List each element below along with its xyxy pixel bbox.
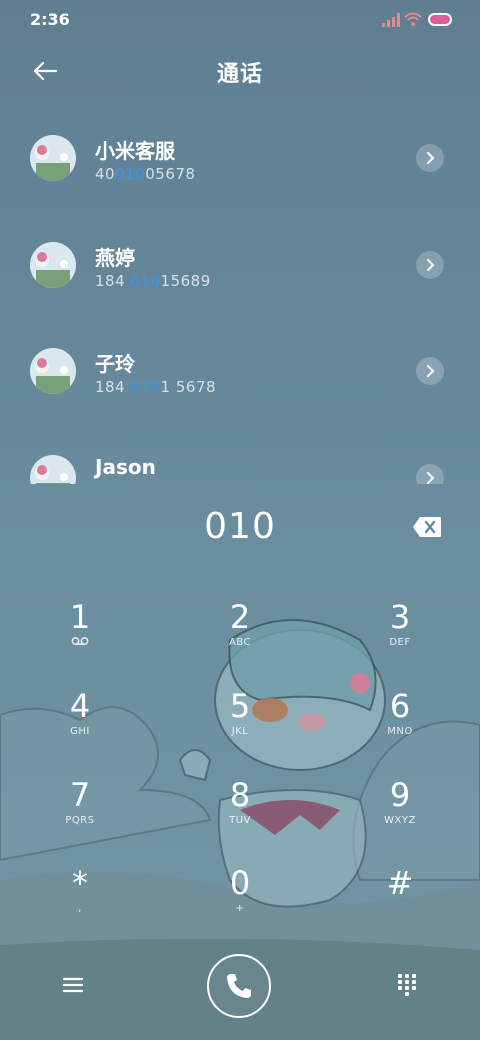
contact-list: 小米客服 4001005678 燕婷 184 01015689 子玲 184 0… <box>0 110 480 484</box>
call-button[interactable] <box>207 954 271 1018</box>
chevron-right-icon <box>427 152 435 164</box>
key-3[interactable]: 3 DEF <box>345 598 455 678</box>
wifi-icon <box>404 12 422 26</box>
key-5[interactable]: 5 JKL <box>185 687 295 767</box>
key-1[interactable]: 1 <box>25 598 135 678</box>
contact-name: 子玲 <box>95 352 135 376</box>
contact-detail-button[interactable] <box>416 144 444 172</box>
signal-icon <box>382 13 400 27</box>
status-time: 2:36 <box>30 10 70 29</box>
avatar <box>30 348 76 394</box>
menu-icon <box>63 977 83 993</box>
match-highlight: 010 <box>115 165 146 183</box>
contact-detail-button[interactable] <box>416 251 444 279</box>
menu-button[interactable] <box>58 970 88 1000</box>
avatar <box>30 242 76 288</box>
match-highlight: 010 <box>130 378 161 396</box>
dialed-number-display: 010 <box>204 506 276 547</box>
dialpad-icon <box>398 974 416 996</box>
contact-number: 184 0101 5678 <box>95 378 217 396</box>
contact-number: 4001005678 <box>95 165 196 183</box>
contact-detail-button[interactable] <box>416 357 444 385</box>
contact-row[interactable]: 子玲 184 0101 5678 <box>0 323 480 423</box>
key-hash[interactable]: # <box>345 864 455 944</box>
key-2[interactable]: 2 ABC <box>185 598 295 678</box>
contact-detail-button[interactable] <box>416 464 444 484</box>
chevron-right-icon <box>427 472 435 484</box>
key-6[interactable]: 6 MNO <box>345 687 455 767</box>
battery-icon <box>428 13 452 26</box>
contact-row[interactable]: 燕婷 184 01015689 <box>0 217 480 317</box>
dialpad-toggle-button[interactable] <box>392 970 422 1000</box>
avatar <box>30 135 76 181</box>
backspace-button[interactable] <box>412 516 442 538</box>
chevron-right-icon <box>427 365 435 377</box>
contact-name: Jason <box>95 455 156 479</box>
backspace-icon <box>413 517 441 537</box>
chevron-right-icon <box>427 259 435 271</box>
key-star[interactable]: * , <box>25 864 135 944</box>
phone-icon <box>227 974 251 998</box>
page-title: 通话 <box>216 62 263 87</box>
contact-name: 小米客服 <box>95 139 175 163</box>
key-9[interactable]: 9 WXYZ <box>345 776 455 856</box>
contact-number: 184 01015689 <box>95 272 211 290</box>
key-4[interactable]: 4 GHI <box>25 687 135 767</box>
status-bar: 2:36 <box>0 0 480 40</box>
avatar <box>30 455 76 484</box>
key-8[interactable]: 8 TUV <box>185 776 295 856</box>
match-highlight: 010 <box>130 272 161 290</box>
key-0[interactable]: 0 + <box>185 864 295 944</box>
key-7[interactable]: 7 PQRS <box>25 776 135 856</box>
contact-row[interactable]: Jason <box>0 430 480 484</box>
contact-name: 燕婷 <box>95 246 135 270</box>
contact-row[interactable]: 小米客服 4001005678 <box>0 110 480 210</box>
voicemail-icon <box>71 637 89 645</box>
